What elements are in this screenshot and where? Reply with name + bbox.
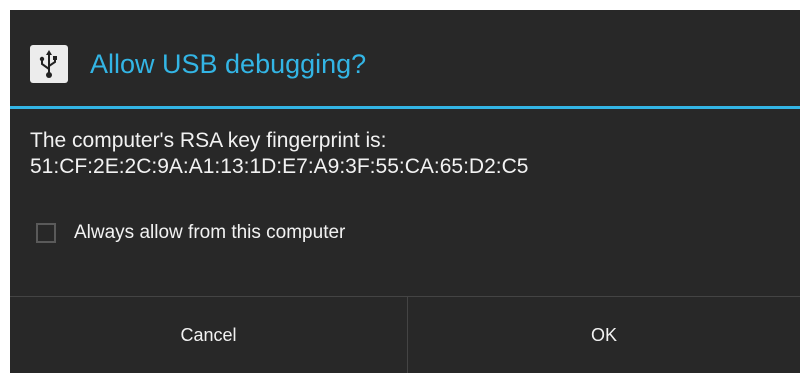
always-allow-checkbox-row[interactable]: Always allow from this computer [36, 216, 345, 250]
usb-debugging-dialog: Allow USB debugging? The computer's RSA … [10, 10, 800, 373]
dialog-title-bar: Allow USB debugging? [10, 10, 800, 106]
ok-button[interactable]: OK [408, 297, 800, 373]
usb-icon [30, 45, 68, 83]
always-allow-label[interactable]: Always allow from this computer [74, 222, 345, 244]
dialog-title: Allow USB debugging? [90, 49, 367, 79]
fingerprint-value: 51:CF:2E:2C:9A:A1:13:1D:E7:A9:3F:55:CA:6… [30, 155, 529, 178]
always-allow-checkbox[interactable] [36, 223, 56, 243]
fingerprint-intro-text: The computer's RSA key fingerprint is: [30, 129, 387, 152]
dialog-message: The computer's RSA key fingerprint is: 5… [30, 128, 790, 180]
title-divider [10, 106, 800, 109]
dialog-button-bar: Cancel OK [10, 296, 800, 373]
cancel-button[interactable]: Cancel [10, 297, 408, 373]
